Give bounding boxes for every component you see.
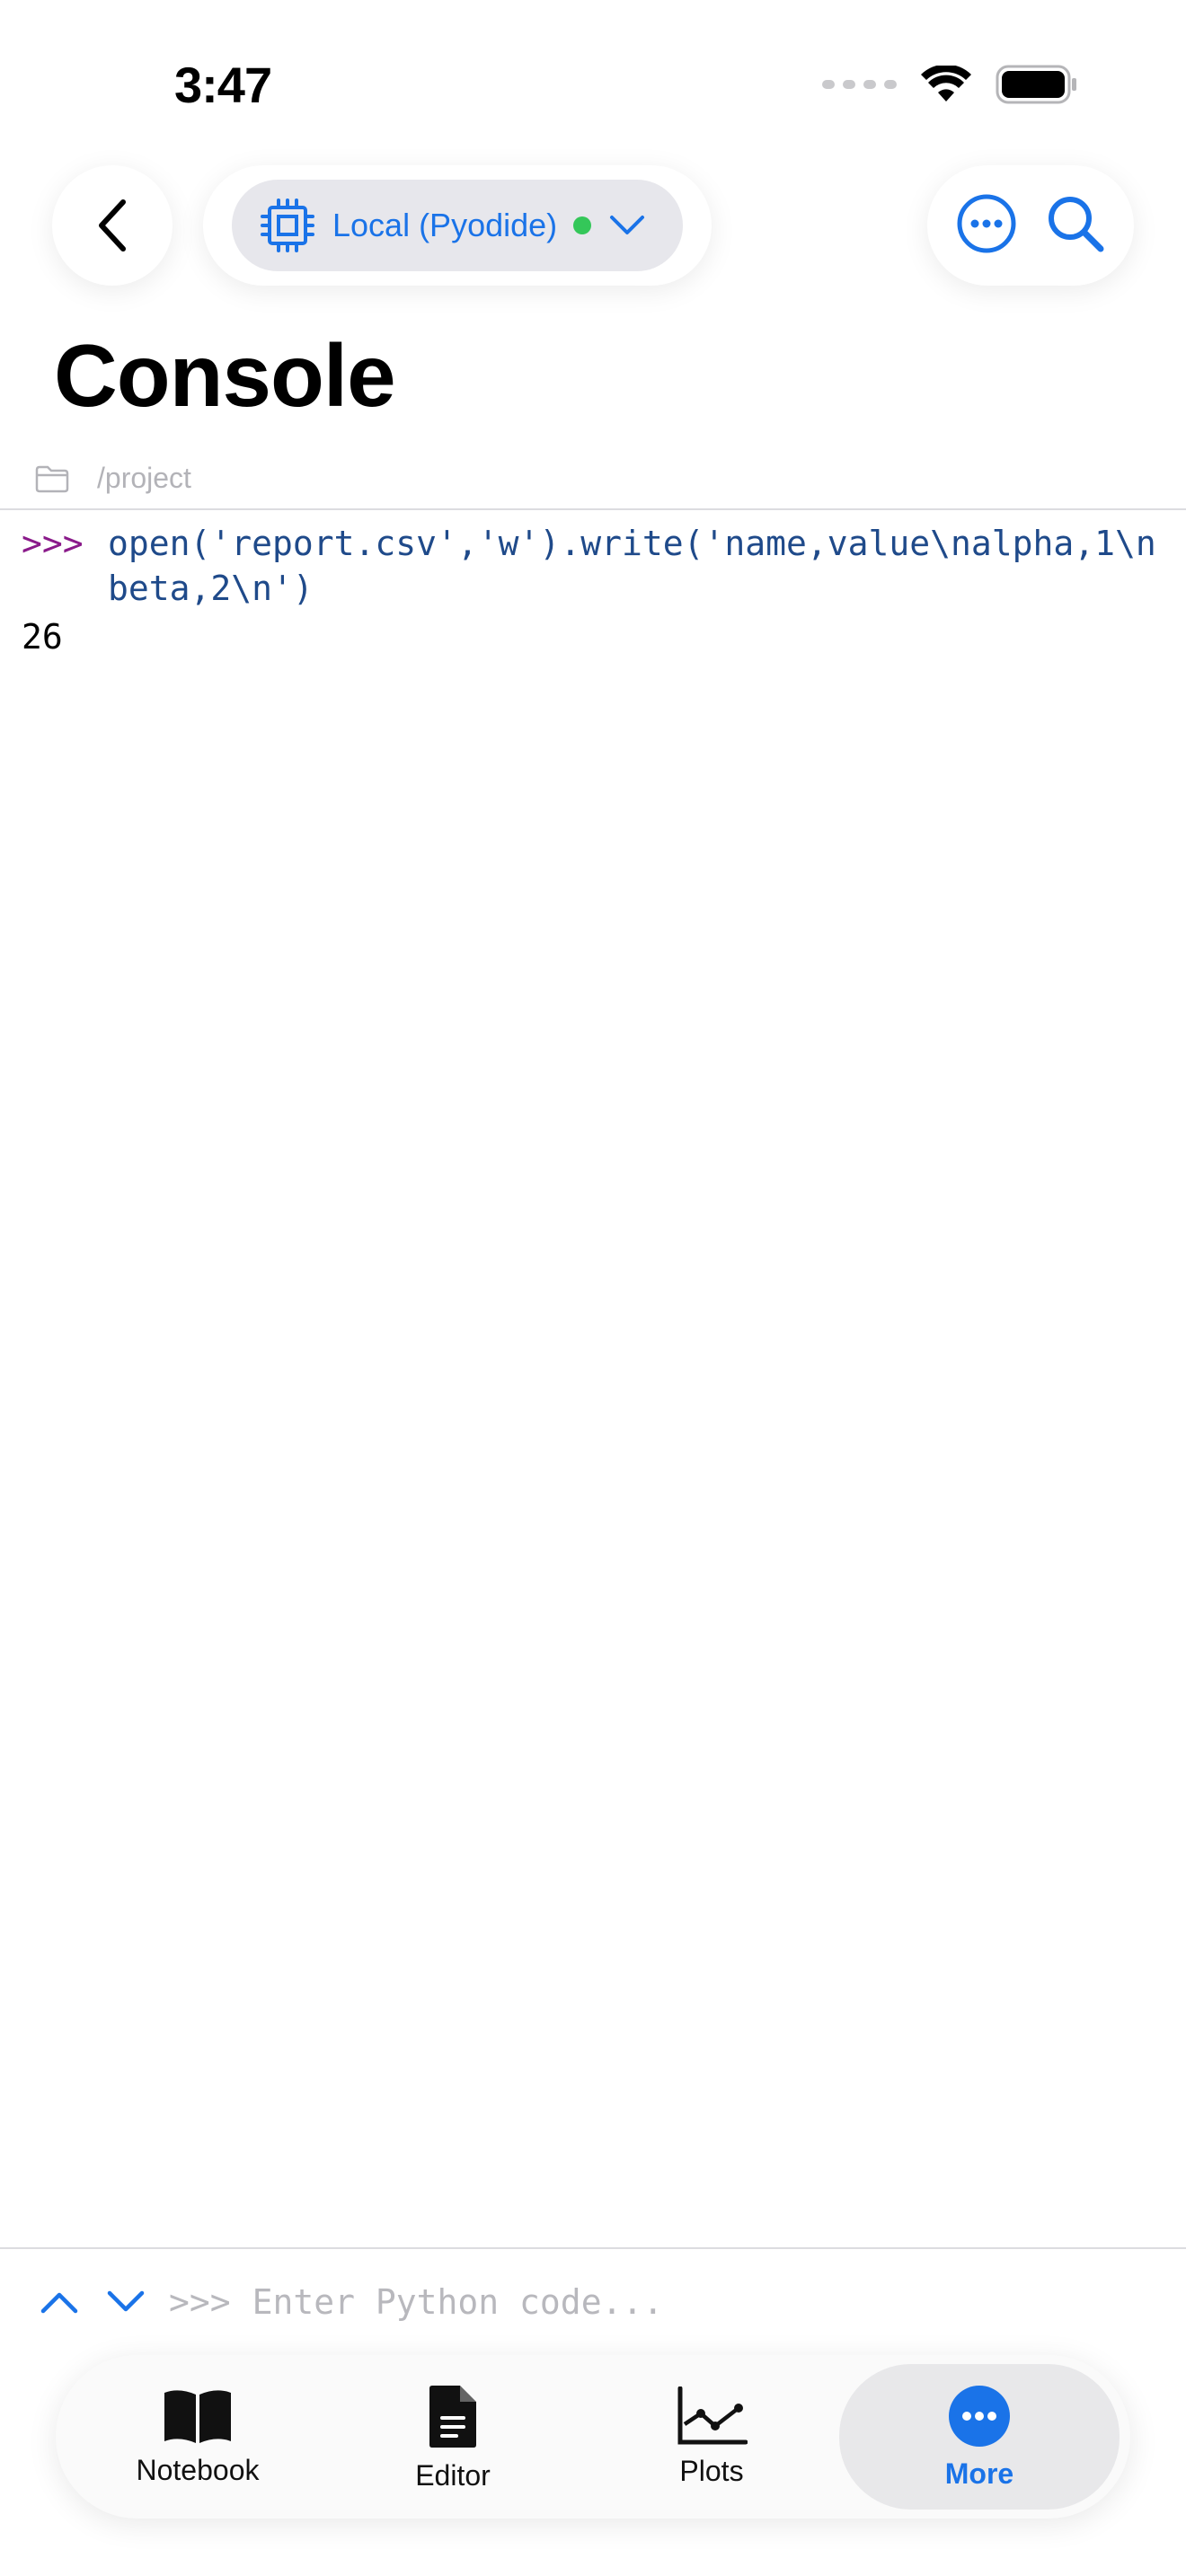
console-input-row: >>>: [32, 2276, 1061, 2328]
tab-label: Notebook: [136, 2453, 260, 2486]
chevron-up-icon: [40, 2292, 78, 2314]
environment-label: Local (Pyodide): [332, 207, 558, 243]
environment-selector[interactable]: Local (Pyodide): [232, 180, 683, 271]
search-icon: [1048, 196, 1103, 251]
document-icon: [429, 2385, 476, 2448]
tab-label: Editor: [415, 2458, 491, 2492]
chevron-down-icon: [609, 214, 645, 237]
search-button[interactable]: [1045, 193, 1106, 259]
environment-selector-container: Local (Pyodide): [203, 165, 712, 286]
tab-plots[interactable]: Plots: [584, 2355, 839, 2519]
more-icon: [949, 2385, 1010, 2447]
chevron-left-icon: [99, 199, 126, 251]
working-directory: /project: [34, 462, 191, 495]
folder-icon: [35, 465, 69, 492]
cpu-icon: [261, 198, 314, 252]
history-down-button[interactable]: [99, 2276, 153, 2328]
console-output: >>> open('report.csv','w').write('name,v…: [22, 521, 1172, 659]
page-title: Console: [54, 326, 396, 425]
tab-label: Plots: [679, 2454, 744, 2487]
wifi-icon: [921, 66, 971, 101]
book-icon: [164, 2389, 231, 2443]
status-icons: [822, 65, 1078, 104]
more-options-button[interactable]: [956, 193, 1017, 259]
back-button[interactable]: [52, 165, 173, 286]
python-code-input[interactable]: [252, 2282, 1061, 2322]
history-up-button[interactable]: [32, 2276, 86, 2328]
chart-icon: [677, 2386, 748, 2444]
tab-editor[interactable]: Editor: [325, 2355, 580, 2519]
ellipsis-circle-icon: [957, 194, 1015, 252]
battery-icon: [996, 65, 1076, 104]
console-code: open('report.csv','w').write('name,value…: [108, 524, 1156, 608]
divider: [0, 508, 1186, 510]
tab-notebook[interactable]: Notebook: [70, 2355, 325, 2519]
tab-label: More: [944, 2457, 1014, 2490]
actions-group: [927, 165, 1134, 286]
chevron-down-icon: [107, 2290, 145, 2312]
tab-more[interactable]: More: [839, 2364, 1120, 2510]
divider: [0, 2247, 1186, 2249]
console-entry: >>> open('report.csv','w').write('name,v…: [22, 521, 1172, 611]
cellular-signal-icon: [822, 80, 897, 89]
connection-status-dot: [573, 216, 592, 234]
input-prompt: >>>: [169, 2282, 231, 2322]
console-prompt: >>>: [22, 524, 84, 563]
tab-bar: Notebook Editor Plots More: [56, 2355, 1130, 2519]
path-text: /project: [97, 462, 191, 494]
status-time: 3:47: [174, 57, 272, 113]
console-result: 26: [22, 617, 63, 657]
screen: 3:47 Local (Pyodide) Console /project >>…: [0, 0, 1186, 2576]
